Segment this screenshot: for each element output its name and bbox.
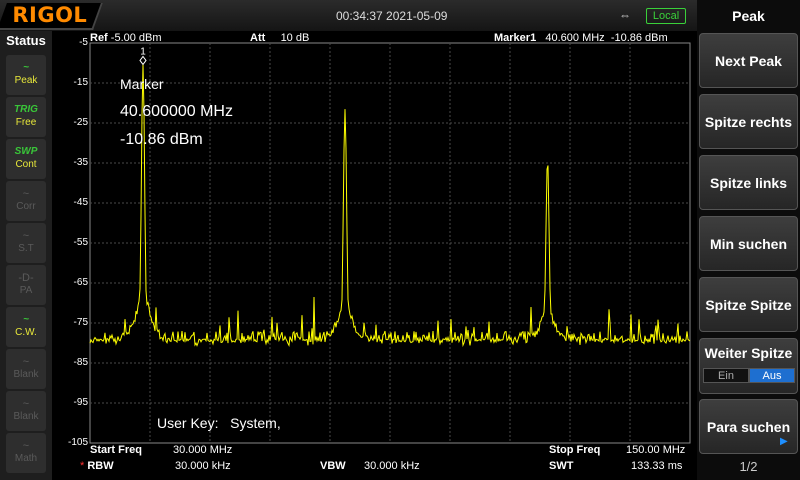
start-freq: Start Freq: [90, 444, 142, 456]
y-tick-label: -65: [73, 277, 88, 288]
marker-overlay-title: Marker: [120, 76, 164, 92]
start-freq-value: 30.000 MHz: [173, 444, 233, 456]
vbw: VBW: [320, 460, 346, 472]
swt: SWT: [549, 460, 574, 472]
rbw: * RBW: [80, 460, 114, 472]
menu-title: Peak: [732, 8, 765, 24]
swt-value: 133.33 ms: [631, 460, 683, 472]
y-tick-label: -25: [73, 117, 88, 128]
user-key: User Key: System,: [157, 415, 281, 431]
rbw-value: 30.000 kHz: [175, 460, 231, 472]
marker-overlay-level: -10.86 dBm: [120, 131, 203, 148]
marker-icon[interactable]: [139, 55, 147, 66]
y-tick-label: -95: [73, 397, 88, 408]
y-tick-label: -15: [73, 77, 88, 88]
page-indicator: 1/2: [739, 459, 758, 474]
min-search-button[interactable]: Min suchen: [699, 216, 798, 271]
y-tick-label: -105: [67, 437, 88, 448]
next-peak-button[interactable]: Next Peak: [699, 33, 798, 88]
toggle-on-option[interactable]: Ein: [703, 368, 749, 383]
continuous-peak-toggle[interactable]: Ein Aus: [703, 368, 795, 383]
stop-freq: Stop Freq: [549, 444, 601, 456]
y-tick-label: -45: [73, 197, 88, 208]
toggle-off-option[interactable]: Aus: [749, 368, 795, 383]
submenu-arrow-icon: ▶: [780, 436, 788, 447]
y-tick-label: -5: [79, 37, 88, 48]
stop-freq-value: 150.00 MHz: [626, 444, 686, 456]
peak-left-button[interactable]: Spitze links: [699, 155, 798, 210]
marker-overlay: Marker 40.600000 MHz -10.86 dBm: [120, 70, 233, 154]
continuous-peak-button[interactable]: Weiter Spitze: [699, 338, 798, 394]
y-tick-label: -85: [73, 357, 88, 368]
marker-number: 1: [140, 46, 146, 57]
peak-right-button[interactable]: Spitze rechts: [699, 94, 798, 149]
y-tick-label: -55: [73, 237, 88, 248]
y-tick-label: -75: [73, 317, 88, 328]
marker-overlay-freq: 40.600000 MHz: [120, 103, 233, 120]
y-tick-label: -35: [73, 157, 88, 168]
peak-peak-button[interactable]: Spitze Spitze: [699, 277, 798, 332]
vbw-value: 30.000 kHz: [364, 460, 420, 472]
